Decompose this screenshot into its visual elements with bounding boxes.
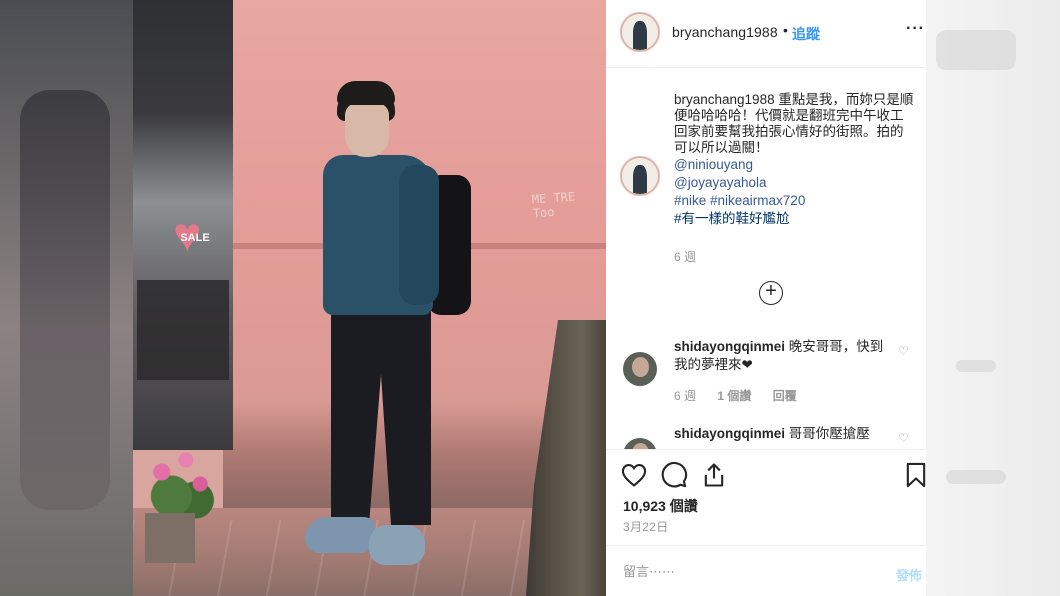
blurred-backdrop-right [926,0,1060,596]
flower-pot [145,513,195,563]
hashtag-chinese[interactable]: #有一樣的鞋好尷尬 [674,210,914,228]
comment-username[interactable]: shidayongqinmei [674,339,785,354]
sale-heart-sign: SALE [171,212,219,260]
post-photo[interactable]: SALE ME TRE Too [133,0,606,596]
flower-plant [133,440,229,520]
post-date[interactable]: 3月22日 [623,518,669,535]
author-avatar[interactable] [620,12,660,52]
small-heart-icon[interactable]: ♡ [898,431,909,445]
left-sneaker [305,517,375,553]
comment-item: shidayongqinmei 晚安哥哥，快到我的夢裡來❤ [674,338,894,374]
caption-username[interactable]: bryanchang1988 [674,92,775,107]
share-icon[interactable] [700,461,728,489]
comment-likes[interactable]: 1 個讚 [717,389,751,403]
mention-niniouyang[interactable]: @niniouyang [674,156,914,174]
hashtags-nike[interactable]: #nike #nikeairmax720 [674,192,914,210]
caption-block: bryanchang1988 重點是我，而妳只是順便哈哈哈哈！代價就是翻班完中午… [674,92,914,228]
comment-input[interactable] [623,564,863,579]
comment-username[interactable]: shidayongqinmei [674,426,785,441]
right-sneaker [369,525,425,565]
author-username[interactable]: bryanchang1988 [672,24,778,40]
follow-button[interactable]: 追蹤 [792,24,820,44]
caption-timestamp[interactable]: 6 週 [674,248,696,265]
mention-joyayayahola[interactable]: @joyayayahola [674,174,914,192]
small-heart-icon[interactable]: ♡ [898,344,909,358]
action-bar: 10,923 個讚 3月22日 發佈 [606,449,926,596]
post-comment-button[interactable]: 發佈 [896,565,922,584]
comment-form: 發佈 [606,545,926,596]
reply-button[interactable]: 回覆 [773,389,797,403]
post-side-panel: bryanchang1988 • 追蹤 ··· bryanchang1988 重… [606,0,926,596]
person-figure [305,81,483,585]
post-header: bryanchang1988 • 追蹤 ··· [606,0,926,68]
comment-meta: 6 週 1 個讚 回覆 [674,387,815,404]
more-options-button[interactable]: ··· [906,20,925,38]
commenter-avatar[interactable] [623,352,657,386]
comment-text: 哥哥你壓搶壓 [788,426,870,441]
separator-dot: • [783,22,788,38]
comment-item: shidayongqinmei 哥哥你壓搶壓 [674,425,894,443]
caption-avatar[interactable] [620,156,660,196]
like-count[interactable]: 10,923 個讚 [623,496,698,516]
plus-circle-icon[interactable]: + [759,281,783,305]
wall-graffiti: ME TRE Too [531,189,576,221]
bookmark-icon[interactable] [902,461,930,489]
comment-icon[interactable] [660,461,688,489]
heart-icon[interactable] [620,461,648,489]
comment-timestamp[interactable]: 6 週 [674,389,696,403]
blurred-backdrop-left [0,0,133,596]
